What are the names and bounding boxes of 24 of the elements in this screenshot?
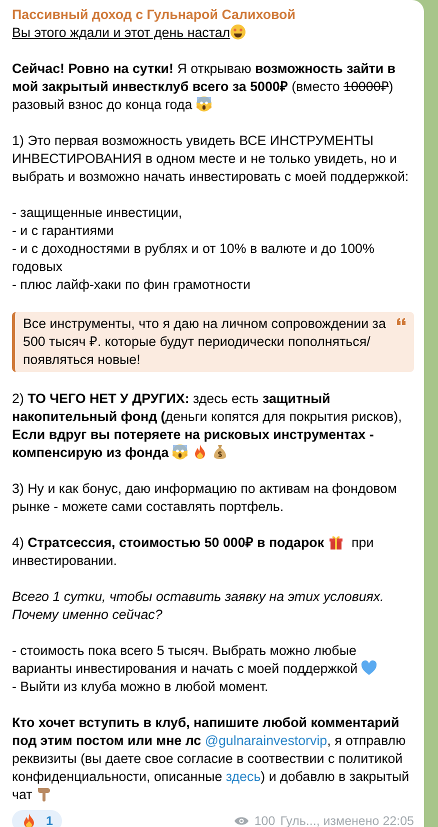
message-paragraph: 1) Это первая возможность увидеть ВСЕ ИНСТРУМЕНТЫ ИНВЕСТИРОВАНИЯ в одном месте и не только увидеть, но и выбрать и возможно начать инвестировать с моей поддержкой: xyxy=(12,132,410,186)
message-paragraph: Вы этого ждали и этот день настал xyxy=(12,24,414,42)
message-paragraph: Сейчас! Ровно на сутки! Я открываю возможность зайти в мой закрытый инвестклуб всего за 5000₽ (вместо 10000₽) разовый взнос до конца года xyxy=(12,60,397,114)
message-paragraph: Кто хочет вступить в клуб, напишите любой комментарий под этим постом или мне лс @gulnarainvestorvip, я отправлю реквизиты (вы даете свое согласие в соотвествии с политикой конфиденциальности, описанные здесь) и добавлю в закрытый чат xyxy=(12,714,410,804)
message-paragraph: - защищенные инвестиции, - и с гарантиями - и с доходностями в рублях и от 10% в валюте и до 100% годовых - плюс лайф-хаки по фин грамотности xyxy=(12,204,376,294)
reaction-chip[interactable]: 1 xyxy=(12,810,62,827)
money-bag-icon xyxy=(212,444,228,460)
fire-icon xyxy=(21,813,37,827)
screaming-face-icon xyxy=(196,96,212,112)
quote-icon xyxy=(397,318,406,325)
channel-name[interactable]: Пассивный доход с Гульнарой Салиховой xyxy=(12,6,414,24)
link[interactable]: здесь xyxy=(226,769,261,784)
message-paragraph: 4) Стратсессия, стоимостью 50 000₽ в подарок при инвестировании. xyxy=(12,534,375,570)
message-paragraph: Всего 1 сутки, чтобы оставить заявку на этих условиях. Почему именно сейчас? xyxy=(12,588,385,624)
gift-icon xyxy=(328,534,344,550)
star-eyes-emoji-icon xyxy=(230,24,246,40)
link[interactable]: @gulnarainvestorvip xyxy=(204,733,328,748)
heart-icon xyxy=(361,660,378,676)
message-paragraph: - стоимость пока всего 5 тысяч. Выбрать можно любые варианты инвестирования и начать с моей поддержкой - Выйти из клуба можно в любой момент. xyxy=(12,642,414,696)
message-paragraph: 2) ТО ЧЕГО НЕТ У ДРУГИХ: здесь есть защитный накопительный фонд (деньги копятся для покрытия рисков), Если вдруг вы потеряете на рисковых инструментах - компенсирую из фонда xyxy=(12,390,403,462)
screaming-face-icon xyxy=(172,444,188,460)
view-count: 100 xyxy=(254,813,276,827)
message-paragraph: 3) Ну и как бонус, даю информацию по активам на фондовом рынке - можете сами составлять портфель. xyxy=(12,480,398,516)
quote-block: Все инструменты, что я даю на личном сопровождении за 500 тысяч ₽. которые будут периодически пополняться/появляться новые! xyxy=(12,312,414,372)
